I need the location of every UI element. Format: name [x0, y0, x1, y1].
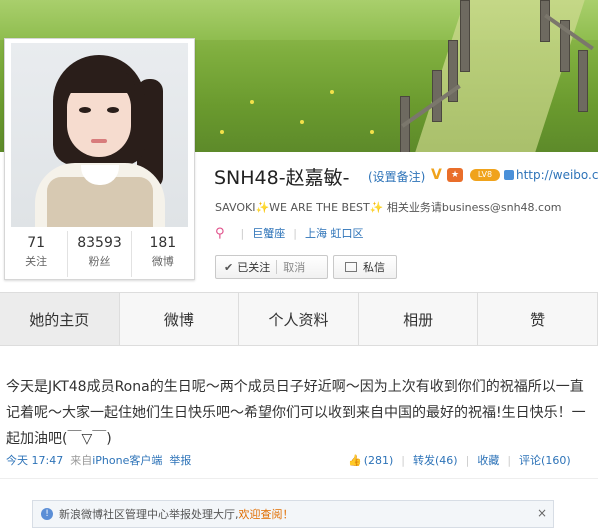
- post-source[interactable]: iPhone客户端: [92, 452, 162, 468]
- message-label: 私信: [363, 261, 385, 274]
- stat-posts[interactable]: 181 微博: [132, 231, 194, 277]
- fence-post: [578, 50, 588, 112]
- avatar[interactable]: [11, 43, 188, 227]
- divider: |: [240, 226, 245, 240]
- divider: |: [507, 453, 512, 467]
- fence-post: [540, 0, 550, 42]
- notice-text: 新浪微博社区管理中心举报处理大厅,: [59, 508, 239, 521]
- divider: |: [465, 453, 470, 467]
- comment-link[interactable]: 评论(160): [519, 452, 571, 468]
- like-icon[interactable]: 👍: [348, 454, 362, 467]
- divider: [276, 260, 278, 274]
- post-meta: 今天 17:47 来自 iPhone客户端 举报: [6, 452, 191, 468]
- flower: [250, 100, 254, 104]
- stats-bar: 71 关注 83593 粉丝 181 微博: [5, 231, 194, 277]
- tab-weibo[interactable]: 微博: [120, 293, 240, 345]
- repost-link[interactable]: 转发(46): [413, 452, 458, 468]
- stat-number: 83593: [77, 235, 122, 251]
- profile-card: 71 关注 83593 粉丝 181 微博: [4, 38, 195, 280]
- flower: [300, 120, 304, 124]
- post-actions: 👍 (281) | 转发(46) | 收藏 | 评论(160): [348, 452, 571, 468]
- source-prefix: 来自: [70, 454, 93, 467]
- female-icon: ⚲: [215, 225, 225, 241]
- message-button[interactable]: 私信: [333, 255, 397, 279]
- tab-album[interactable]: 相册: [359, 293, 479, 345]
- divider: |: [293, 226, 297, 240]
- profile-name: SNH48-赵嘉敏-: [214, 167, 350, 189]
- divider: |: [401, 453, 406, 467]
- club-icon[interactable]: ★: [447, 168, 463, 182]
- stat-label: 粉丝: [88, 255, 111, 268]
- stat-label: 关注: [25, 255, 48, 268]
- avatar-bangs: [63, 71, 135, 93]
- tab-likes[interactable]: 赞: [478, 293, 598, 345]
- set-remark-link[interactable]: (设置备注): [368, 168, 425, 185]
- stat-number: 181: [149, 235, 177, 251]
- tab-home[interactable]: 她的主页: [0, 293, 120, 345]
- location-link[interactable]: 上海 虹口区: [305, 225, 364, 241]
- avatar-eye: [107, 107, 119, 113]
- stat-following[interactable]: 71 关注: [5, 231, 69, 277]
- link-icon: [504, 170, 514, 180]
- profile-url-text[interactable]: http://weibo.com/: [516, 168, 598, 182]
- close-icon[interactable]: ×: [537, 506, 547, 520]
- level-badge[interactable]: LV8: [470, 169, 500, 181]
- flower: [330, 90, 334, 94]
- notice-link[interactable]: 欢迎查阅！: [239, 506, 294, 522]
- profile-bio: SAVOKI✨WE ARE THE BEST✨ 相关业务请business@sn…: [215, 201, 562, 214]
- check-icon: ✔: [224, 260, 234, 274]
- follow-button[interactable]: ✔ 已关注 取消: [215, 255, 328, 279]
- unfollow-button[interactable]: 取消: [283, 259, 305, 275]
- like-count[interactable]: (281): [364, 454, 394, 467]
- report-link[interactable]: 举报: [169, 452, 191, 468]
- followed-label: 已关注: [237, 261, 271, 274]
- avatar-mouth: [91, 139, 107, 143]
- favorite-link[interactable]: 收藏: [477, 452, 499, 468]
- post-time[interactable]: 今天 17:47: [6, 452, 63, 468]
- constellation-link[interactable]: 巨蟹座: [252, 225, 285, 241]
- post-divider: [0, 478, 598, 479]
- profile-url[interactable]: http://weibo.com/: [504, 168, 598, 182]
- avatar-eye: [79, 107, 91, 113]
- report-notice: ! 新浪微博社区管理中心举报处理大厅, 欢迎查阅！ ×: [32, 500, 554, 528]
- fence-post: [460, 0, 470, 72]
- stat-label: 微博: [151, 255, 174, 268]
- stat-number: 71: [27, 235, 46, 251]
- post-text: 今天是JKT48成员Rona的生日呢～两个成员日子好近啊～因为上次有收到你们的祝…: [6, 379, 586, 447]
- info-icon: !: [41, 508, 53, 520]
- flower: [370, 130, 374, 134]
- tab-profile[interactable]: 个人资料: [239, 293, 359, 345]
- profile-tabs: 她的主页 微博 个人资料 相册 赞: [0, 292, 598, 346]
- mail-icon: [345, 262, 357, 272]
- flower: [220, 130, 224, 134]
- verified-icon[interactable]: V: [431, 167, 442, 183]
- stat-followers[interactable]: 83593 粉丝: [68, 231, 132, 277]
- profile-meta: ⚲ | 巨蟹座 | 上海 虹口区: [215, 225, 363, 241]
